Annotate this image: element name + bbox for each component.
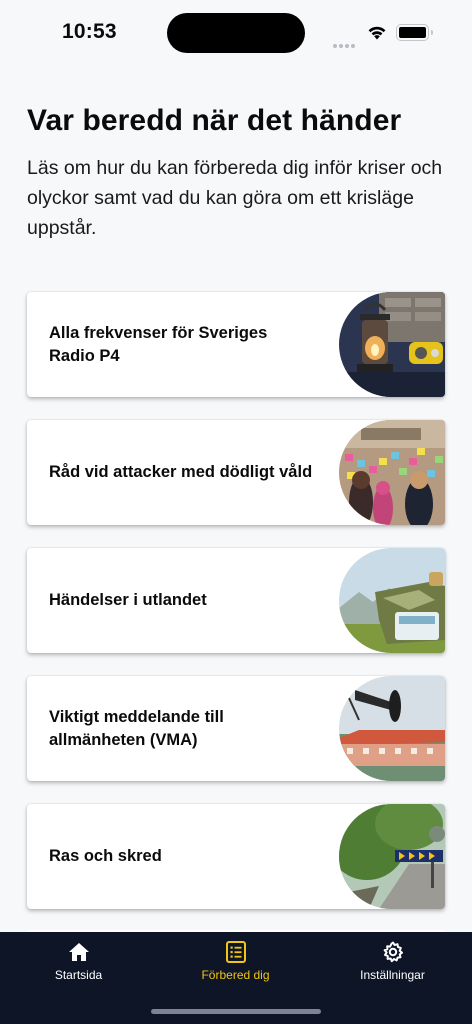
page-intro: Läs om hur du kan förbereda dig inför kr… [27,157,443,239]
topic-list: Alla frekvenser för Sveriges Radio P4 Rå… [27,292,445,932]
memorial-notes-wall-photo [339,420,445,525]
card-deadly-violence-advice[interactable]: Råd vid attacker med dödligt våld [27,420,445,525]
landslide-road-sign-photo [339,804,445,909]
page-title: Var beredd när det händer [27,104,402,137]
checklist-icon [225,941,246,963]
card-label: Råd vid attacker med dödligt våld [49,463,313,481]
tab-startsida[interactable]: Startsida [0,940,157,990]
dynamic-island [167,13,305,53]
tab-installningar[interactable]: Inställningar [314,940,471,990]
card-vma-public-warning[interactable]: Viktigt meddelande till allmänheten (VMA… [27,676,445,781]
card-label: Viktigt meddelande till allmänheten (VMA… [49,707,224,749]
card-events-abroad[interactable]: Händelser i utlandet [27,548,445,653]
cellular-signal-icon [333,35,357,53]
home-indicator[interactable] [151,1009,321,1014]
card-radio-frequencies[interactable]: Alla frekvenser för Sveriges Radio P4 [27,292,445,397]
wifi-icon [368,26,386,40]
home-icon [68,943,89,961]
gear-icon [383,941,403,963]
tab-label: Startsida [54,968,103,982]
card-landslides[interactable]: Ras och skred [27,804,445,909]
battery-icon [396,24,433,41]
status-time: 10:53 [62,20,117,43]
tab-label: Förbered dig [201,968,270,982]
lantern-and-radio-photo [339,292,445,397]
status-bar: 10:53 [0,0,472,64]
tab-forbered-dig[interactable]: Förbered dig [157,940,314,990]
card-label: Händelser i utlandet [49,591,207,609]
tab-label: Inställningar [360,968,425,982]
travel-backpack-photo [339,548,445,653]
card-label: Alla frekvenser för Sveriges Radio P4 [49,323,268,365]
card-label: Ras och skred [49,847,162,865]
warning-siren-photo [339,676,445,781]
